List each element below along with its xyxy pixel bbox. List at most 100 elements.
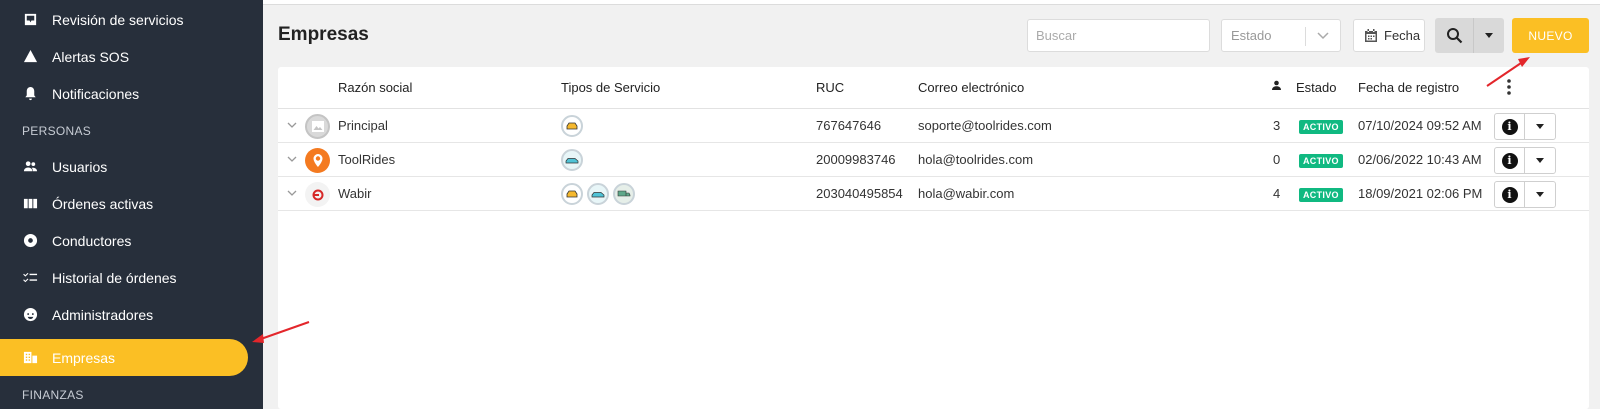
column-header-estado[interactable]: Estado: [1296, 80, 1336, 95]
inbox-icon: [22, 12, 38, 28]
empresas-table: Razón social Tipos de Servicio RUC Corre…: [278, 67, 1589, 409]
sidebar-item-conductores[interactable]: Conductores: [0, 222, 263, 259]
sidebar-item-label: Revisión de servicios: [52, 11, 184, 28]
fecha-registro: 18/09/2021 02:06 PM: [1358, 186, 1483, 201]
bell-icon: [22, 86, 38, 102]
admin-icon: [22, 307, 38, 323]
row-actions: i: [1494, 113, 1556, 140]
column-header-tipos-servicio[interactable]: Tipos de Servicio: [561, 80, 660, 95]
column-header-fecha-registro[interactable]: Fecha de registro: [1358, 80, 1459, 95]
truck-icon: [613, 183, 635, 205]
status-badge: ACTIVO: [1299, 188, 1343, 202]
search-options-dropdown[interactable]: [1473, 18, 1504, 53]
main-content: Empresas Estado Fecha NUEVO Razón social…: [263, 0, 1600, 409]
row-actions: i: [1494, 147, 1556, 174]
razon-social: ToolRides: [338, 152, 396, 167]
email: soporte@toolrides.com: [918, 118, 1052, 133]
estado-select[interactable]: Estado: [1221, 19, 1341, 52]
sidebar-item-label: Alertas SOS: [52, 48, 130, 65]
search-input[interactable]: [1027, 19, 1210, 52]
info-icon: i: [1501, 118, 1518, 135]
caret-down-icon: [1536, 192, 1544, 197]
chevron-down-icon[interactable]: [287, 154, 297, 164]
nuevo-button[interactable]: NUEVO: [1512, 18, 1589, 53]
info-button[interactable]: i: [1495, 148, 1526, 173]
sidebar-item-label: Administradores: [52, 306, 154, 323]
car-icon: [561, 149, 583, 171]
sidebar-item-notificaciones[interactable]: Notificaciones: [0, 75, 263, 112]
top-bar: [263, 0, 1600, 5]
more-vertical-icon[interactable]: [1506, 78, 1512, 96]
chevron-down-icon: [1317, 32, 1329, 40]
toolrides-logo: [305, 148, 330, 173]
sidebar: Revisión de servicios Alertas SOS Notifi…: [0, 0, 263, 409]
row-actions: i: [1494, 181, 1556, 208]
sidebar-item-label: Órdenes activas: [52, 195, 154, 212]
razon-social: Wabir: [338, 186, 372, 201]
sidebar-item-label: Empresas: [52, 349, 116, 366]
chevron-down-icon[interactable]: [287, 120, 297, 130]
status-badge: ACTIVO: [1299, 154, 1343, 168]
sidebar-item-label: Usuarios: [52, 158, 108, 175]
sidebar-item-ordenes-activas[interactable]: Órdenes activas: [0, 185, 263, 222]
razon-social: Principal: [338, 118, 388, 133]
email: hola@wabir.com: [918, 186, 1015, 201]
info-icon: i: [1501, 186, 1518, 203]
map-icon: [22, 196, 38, 212]
caret-down-icon: [1485, 33, 1493, 38]
fecha-registro: 07/10/2024 09:52 AM: [1358, 118, 1482, 133]
image-placeholder-icon: [305, 114, 330, 139]
building-icon: [22, 350, 38, 366]
row-actions-dropdown[interactable]: [1525, 148, 1555, 173]
warning-icon: [22, 49, 38, 65]
row-actions-dropdown[interactable]: [1525, 182, 1555, 207]
section-label-personas: PERSONAS: [22, 124, 92, 138]
steering-icon: [22, 233, 38, 249]
ruc: 203040495854: [816, 186, 903, 201]
column-header-correo[interactable]: Correo electrónico: [918, 80, 1024, 95]
row-actions-dropdown[interactable]: [1525, 114, 1555, 139]
count: 4: [1273, 186, 1281, 201]
sidebar-item-usuarios[interactable]: Usuarios: [0, 148, 263, 185]
caret-down-icon: [1536, 158, 1544, 163]
sidebar-item-alertas-sos[interactable]: Alertas SOS: [0, 38, 263, 75]
search-button[interactable]: [1435, 18, 1473, 53]
sidebar-item-revision-servicios[interactable]: Revisión de servicios: [0, 1, 263, 38]
ruc: 767647646: [816, 118, 882, 133]
taxi-icon: [561, 183, 583, 205]
estado-select-placeholder: Estado: [1231, 28, 1272, 43]
fecha-button-label: Fecha: [1384, 28, 1421, 43]
status-badge: ACTIVO: [1299, 120, 1343, 134]
sidebar-item-historial-ordenes[interactable]: Historial de órdenes: [0, 259, 263, 296]
table-header: Razón social Tipos de Servicio RUC Corre…: [278, 67, 1589, 109]
chevron-down-icon[interactable]: [287, 188, 297, 198]
people-icon: [22, 159, 38, 175]
sidebar-item-administradores[interactable]: Administradores: [0, 296, 263, 333]
email: hola@toolrides.com: [918, 152, 1034, 167]
checklist-icon: [22, 270, 38, 286]
sidebar-item-label: Notificaciones: [52, 85, 140, 102]
select-divider: [1305, 27, 1306, 46]
person-icon: [1272, 80, 1281, 90]
column-header-razon-social[interactable]: Razón social: [338, 80, 412, 95]
fecha-registro: 02/06/2022 10:43 AM: [1358, 152, 1482, 167]
taxi-icon: [561, 115, 583, 137]
sidebar-item-label: Conductores: [52, 232, 132, 249]
table-row[interactable]: Principal 767647646 soporte@toolrides.co…: [278, 109, 1589, 143]
search-icon: [1446, 28, 1462, 44]
table-row[interactable]: ToolRides 20009983746 hola@toolrides.com…: [278, 143, 1589, 177]
caret-down-icon: [1536, 124, 1544, 129]
search-button-group: [1435, 18, 1504, 53]
page-title: Empresas: [278, 24, 369, 45]
calendar-icon: [1365, 28, 1377, 42]
sidebar-item-empresas[interactable]: Empresas: [0, 339, 248, 376]
section-label-finanzas: FINANZAS: [22, 388, 84, 402]
info-button[interactable]: i: [1495, 182, 1526, 207]
car-icon: [587, 183, 609, 205]
count: 0: [1273, 152, 1281, 167]
sidebar-item-label: Historial de órdenes: [52, 269, 177, 286]
column-header-ruc[interactable]: RUC: [816, 80, 844, 95]
info-button[interactable]: i: [1495, 114, 1526, 139]
table-row[interactable]: Wabir 203040495854 hola@wabir.com 4 ACTI…: [278, 177, 1589, 211]
fecha-button[interactable]: Fecha: [1353, 19, 1425, 52]
